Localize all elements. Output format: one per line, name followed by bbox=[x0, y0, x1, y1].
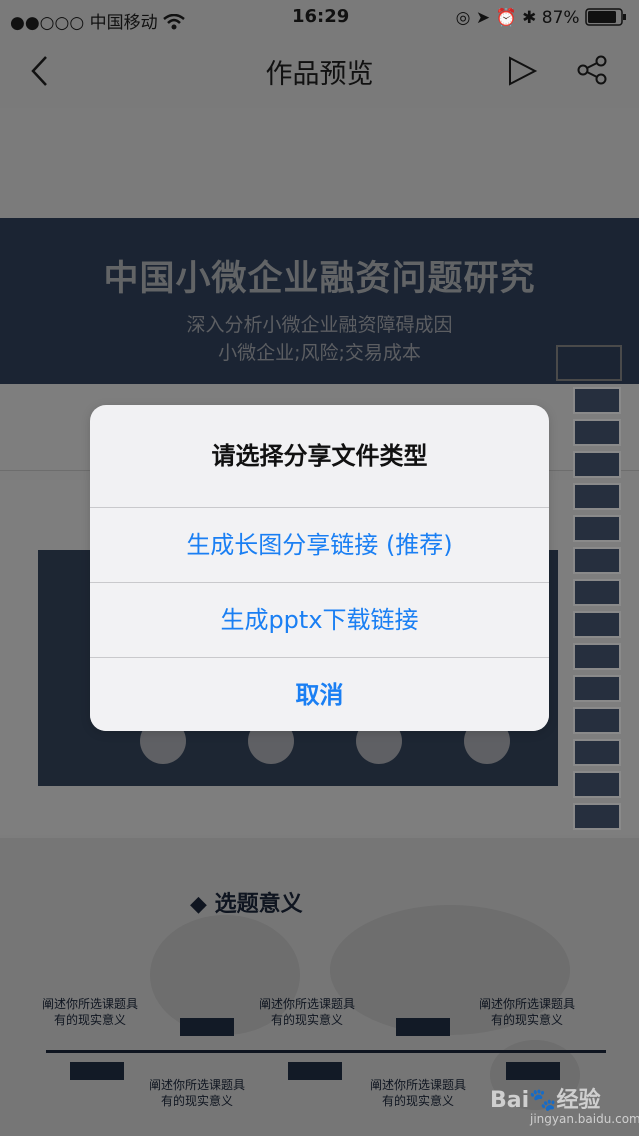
play-icon[interactable] bbox=[505, 54, 539, 88]
slide-thumbnail[interactable] bbox=[573, 803, 621, 830]
long-image-share-button[interactable]: 生成长图分享链接 (推荐) bbox=[90, 507, 549, 582]
page-title: 作品预览 bbox=[265, 59, 374, 90]
slide-thumbnail[interactable] bbox=[573, 579, 621, 606]
office-icon-box bbox=[506, 1062, 560, 1080]
signal-icon: ●●○○○ bbox=[10, 13, 85, 33]
slide-thumbnail[interactable] bbox=[556, 345, 622, 381]
timeline-text-3: 阐述你所选课题具有的现实意义 bbox=[258, 997, 355, 1027]
slide-thumbnail[interactable] bbox=[573, 771, 621, 798]
slide-subtitle-1: 深入分析小微企业融资障碍成因 bbox=[186, 314, 453, 336]
slide-thumbnail[interactable] bbox=[573, 547, 621, 574]
timeline-text-5: 阐述你所选课题具有的现实意义 bbox=[478, 997, 575, 1027]
watermark-logo: Bai🐾经验 bbox=[490, 1088, 601, 1113]
alarm-icon: ⏰ bbox=[495, 8, 517, 28]
bike-icon-box bbox=[180, 1018, 234, 1036]
slide-thumbnail[interactable] bbox=[573, 707, 621, 734]
timeline-text-2: 阐述你所选课题具有的现实意义 bbox=[148, 1078, 245, 1108]
rotation-lock-icon: ◎ bbox=[455, 8, 471, 28]
battery-icon bbox=[585, 8, 626, 26]
nav-bar: 作品预览 bbox=[0, 36, 639, 109]
slide-thumbnail[interactable] bbox=[573, 515, 621, 542]
slide-thumbnail[interactable] bbox=[573, 451, 621, 478]
status-right: ◎ ➤ ⏰ ✱ 87% bbox=[456, 8, 627, 28]
slide-gap bbox=[0, 108, 639, 218]
location-icon: ➤ bbox=[475, 8, 491, 28]
status-left: ●●○○○ 中国移动 bbox=[10, 8, 185, 33]
cancel-button[interactable]: 取消 bbox=[90, 657, 549, 731]
timeline-text-4: 阐述你所选课题具有的现实意义 bbox=[369, 1078, 466, 1108]
status-bar: ●●○○○ 中国移动 16:29 ◎ ➤ ⏰ ✱ 87% bbox=[0, 0, 639, 36]
slide-thumbnail[interactable] bbox=[573, 739, 621, 766]
share-type-alert: 请选择分享文件类型 生成长图分享链接 (推荐) 生成pptx下载链接 取消 bbox=[90, 405, 549, 731]
timeline-text-1: 阐述你所选课题具有的现实意义 bbox=[41, 997, 138, 1027]
slide-thumbnail[interactable] bbox=[573, 611, 621, 638]
timer-icon-box bbox=[70, 1062, 124, 1080]
wifi-icon bbox=[163, 13, 185, 30]
slide-thumbnail[interactable] bbox=[573, 483, 621, 510]
slide-subtitle-2: 小微企业;风险;交易成本 bbox=[218, 342, 421, 364]
slide-thumbnail[interactable] bbox=[573, 419, 621, 446]
watermark-url: jingyan.baidu.com bbox=[530, 1112, 639, 1126]
section-heading: ◆ 选题意义 bbox=[190, 892, 303, 917]
slide-title: 中国小微企业融资问题研究 bbox=[103, 259, 536, 299]
slide-thumbnail[interactable] bbox=[573, 675, 621, 702]
battery-percent: 87% bbox=[541, 8, 580, 28]
timeline-line bbox=[46, 1050, 606, 1053]
train-icon-box bbox=[288, 1062, 342, 1080]
pptx-download-button[interactable]: 生成pptx下载链接 bbox=[90, 582, 549, 657]
alert-title: 请选择分享文件类型 bbox=[211, 442, 428, 470]
bluetooth-icon: ✱ bbox=[522, 8, 537, 28]
slide-thumbnail[interactable] bbox=[573, 643, 621, 670]
status-time: 16:29 bbox=[292, 6, 350, 27]
slide-thumbnail[interactable] bbox=[573, 387, 621, 414]
carrier-label: 中国移动 bbox=[89, 13, 158, 33]
list-icon-box bbox=[396, 1018, 450, 1036]
share-icon[interactable] bbox=[574, 52, 610, 88]
